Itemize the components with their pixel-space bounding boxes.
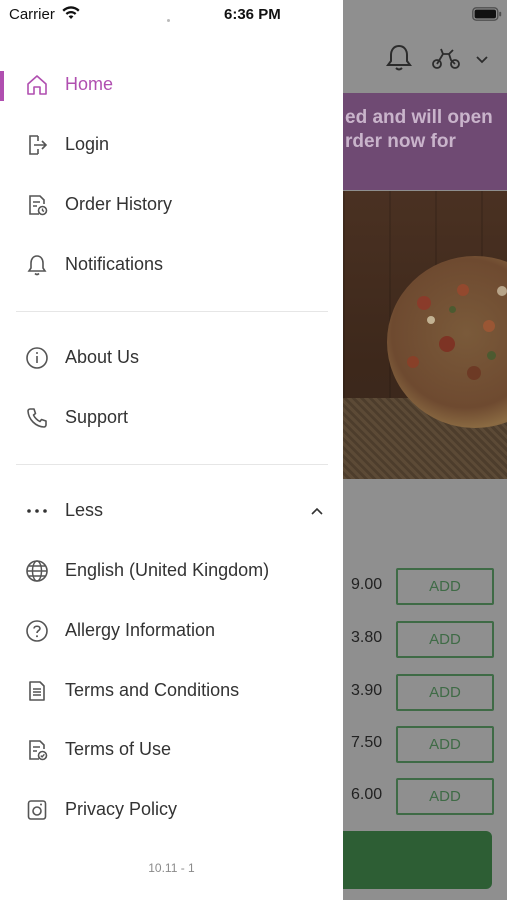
active-indicator (0, 71, 4, 101)
section-divider (16, 464, 328, 465)
notification-bell-icon (385, 43, 413, 78)
menu-price: 9.00 (351, 576, 383, 593)
menu-item-language[interactable]: English (United Kingdom) (0, 544, 343, 598)
menu-item-notifications[interactable]: Notifications (0, 238, 343, 292)
delivery-scooter-icon (431, 46, 461, 75)
menu-price: 3.80 (351, 629, 383, 646)
menu-item-allergy-information[interactable]: Allergy Information (0, 604, 343, 658)
menu-item-home[interactable]: Home (0, 58, 343, 112)
menu-item-label: Privacy Policy (65, 799, 178, 819)
clock-time: 6:36 PM (224, 6, 281, 23)
menu-item-label: Login (65, 134, 110, 154)
app-version: 10.11 - 1 (148, 861, 195, 875)
menu-item-label: Terms of Use (65, 739, 172, 759)
background-app-overlay[interactable]: ed and will open rder now for 9.00 ADD 3… (343, 0, 507, 900)
battery-icon (472, 7, 502, 27)
checkout-button[interactable] (343, 831, 492, 889)
privacy-icon (25, 798, 49, 822)
carrier-label: Carrier (9, 6, 55, 23)
menu-item-about-us[interactable]: About Us (0, 331, 343, 385)
menu-item-label: Notifications (65, 254, 164, 274)
show-less-toggle[interactable]: Less (0, 484, 343, 538)
chevron-up-icon (310, 503, 324, 521)
document-check-icon (25, 738, 49, 762)
menu-item-label: About Us (65, 347, 140, 367)
banner-text-line-2: rder now for (345, 131, 456, 152)
menu-item-label: Order History (65, 194, 173, 214)
menu-item-login[interactable]: Login (0, 118, 343, 172)
wifi-icon (61, 5, 81, 26)
ellipsis-icon (25, 499, 49, 523)
section-divider (16, 311, 328, 312)
add-button[interactable]: ADD (396, 568, 494, 605)
status-bar: Carrier 6:36 PM (0, 0, 507, 30)
menu-item-label: Support (65, 407, 129, 427)
question-icon (25, 619, 49, 643)
menu-item-privacy-policy[interactable]: Privacy Policy (0, 783, 343, 837)
menu-item-support[interactable]: Support (0, 391, 343, 445)
menu-item-label: Home (65, 74, 114, 94)
info-icon (25, 346, 49, 370)
menu-item-order-history[interactable]: Order History (0, 178, 343, 232)
globe-icon (25, 559, 49, 583)
login-icon (25, 133, 49, 157)
home-icon (25, 73, 49, 97)
menu-price: 3.90 (351, 682, 383, 699)
chevron-down-icon (475, 52, 489, 70)
menu-row: 3.90 ADD (343, 674, 507, 711)
menu-row: 9.00 ADD (343, 568, 507, 605)
menu-row: 6.00 ADD (343, 778, 507, 815)
menu-price: 7.50 (351, 734, 383, 751)
closed-banner: ed and will open rder now for (343, 93, 507, 190)
menu-item-label: Allergy Information (65, 620, 216, 640)
menu-item-label: English (United Kingdom) (65, 560, 270, 580)
menu-row: 3.80 ADD (343, 621, 507, 658)
menu-row: 7.50 ADD (343, 726, 507, 763)
bell-icon (25, 253, 49, 277)
banner-text-line-1: ed and will open (345, 107, 493, 128)
menu-price: 6.00 (351, 786, 383, 803)
add-button[interactable]: ADD (396, 726, 494, 763)
add-button[interactable]: ADD (396, 674, 494, 711)
add-button[interactable]: ADD (396, 778, 494, 815)
document-icon (25, 679, 49, 703)
menu-item-terms-and-conditions[interactable]: Terms and Conditions (0, 664, 343, 718)
add-button[interactable]: ADD (396, 621, 494, 658)
menu-item-terms-of-use[interactable]: Terms of Use (0, 723, 343, 777)
menu-item-label: Terms and Conditions (65, 680, 240, 700)
phone-icon (25, 406, 49, 430)
navigation-drawer: Home Login Order History Notifications A… (0, 0, 343, 900)
order-history-icon (25, 193, 49, 217)
hero-image (343, 191, 507, 479)
menu-item-label: Less (65, 500, 104, 520)
